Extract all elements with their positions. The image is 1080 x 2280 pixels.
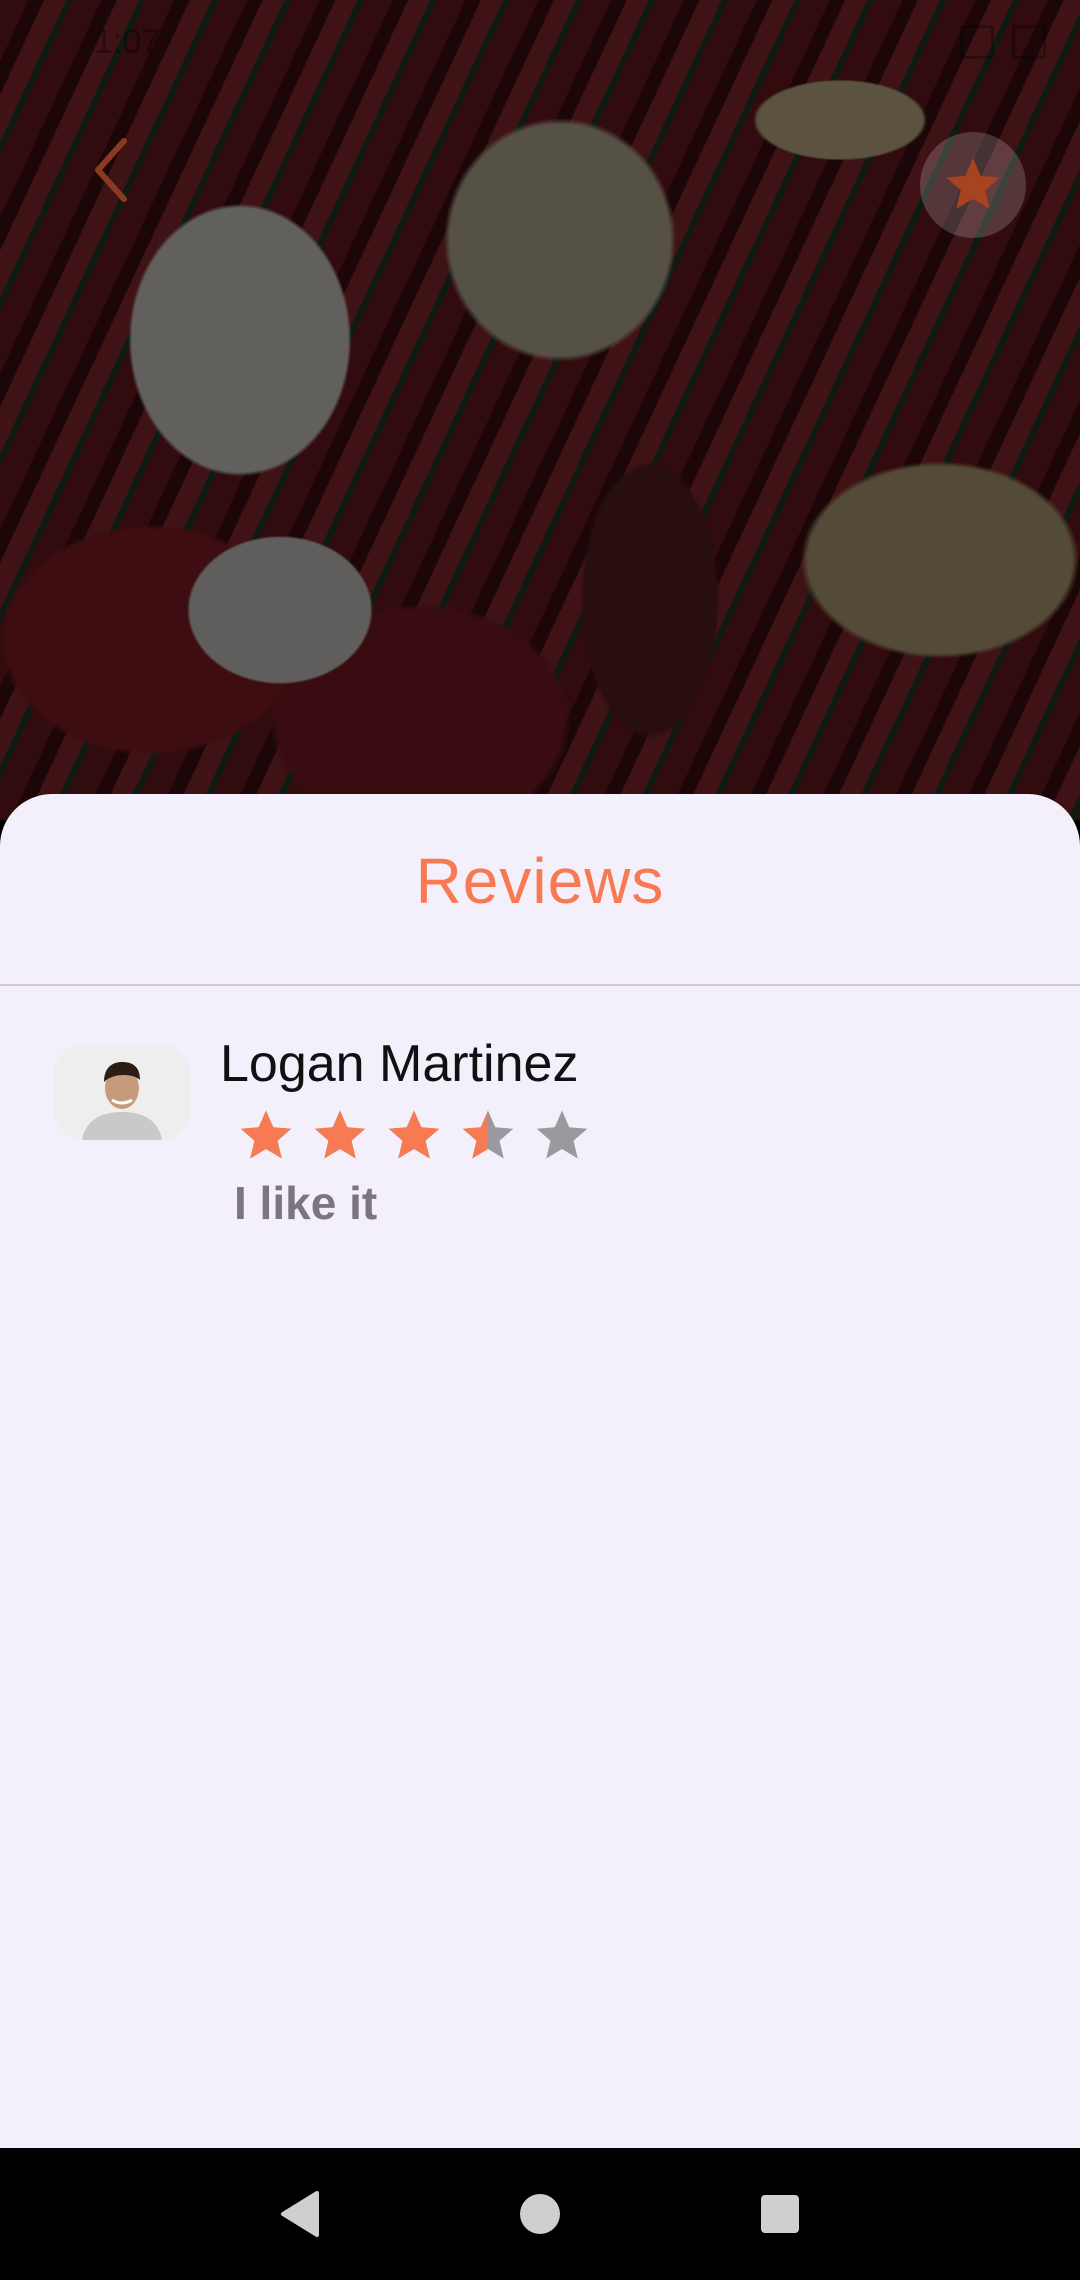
reviews-sheet: Reviews Logan Martinez I like it (0, 794, 1080, 2148)
wifi-icon (960, 25, 994, 59)
star-icon (536, 1110, 588, 1159)
star-icon (462, 1110, 514, 1159)
back-button[interactable] (80, 130, 140, 210)
nav-home-button[interactable] (510, 2184, 570, 2244)
star-icon (314, 1110, 366, 1159)
avatar-image (54, 1044, 190, 1140)
rating-stars (236, 1106, 592, 1166)
square-recents-icon (761, 2195, 799, 2233)
status-bar: 1:07 (0, 0, 1080, 84)
modal-scrim[interactable] (0, 0, 1080, 820)
star-icon (388, 1110, 440, 1159)
review-item: Logan Martinez I like it (0, 1034, 1080, 1234)
status-icons (960, 25, 1046, 59)
review-text: I like it (234, 1177, 378, 1229)
status-time: 1:07 (94, 22, 161, 61)
battery-icon (1012, 25, 1046, 59)
star-icon (946, 158, 1000, 209)
star-icon (240, 1110, 292, 1159)
divider (0, 984, 1080, 986)
avatar (54, 1044, 190, 1140)
favorite-button[interactable] (920, 132, 1026, 238)
navigation-bar (0, 2148, 1080, 2280)
triangle-back-icon (281, 2191, 319, 2237)
chevron-left-icon (95, 138, 127, 202)
nav-back-button[interactable] (270, 2184, 330, 2244)
sheet-title: Reviews (415, 845, 665, 917)
reviewer-name: Logan Martinez (220, 1035, 579, 1093)
nav-recents-button[interactable] (750, 2184, 810, 2244)
circle-home-icon (520, 2194, 560, 2234)
